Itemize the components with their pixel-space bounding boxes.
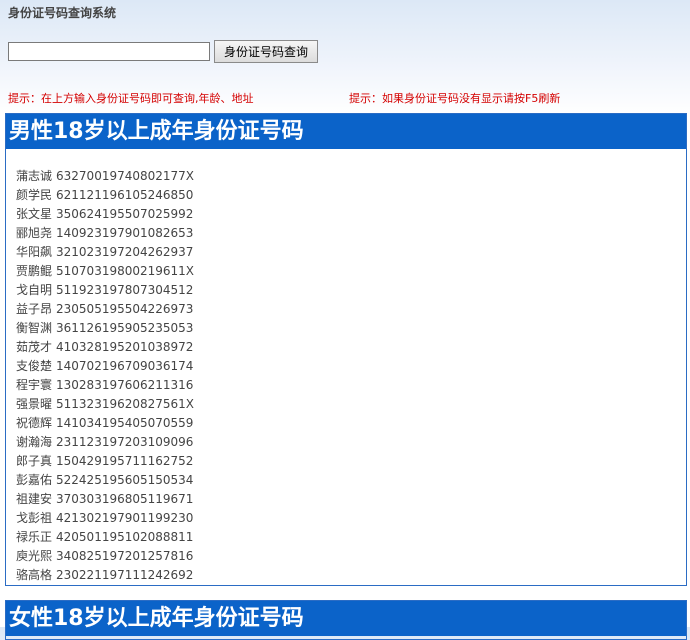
person-name: 谢瀚海 (16, 435, 53, 449)
person-name: 程宇寰 (16, 378, 53, 392)
site-title: 身份证号码查询系统 (8, 6, 117, 20)
id-list-item: 茹茂才 410328195201038972 (16, 338, 194, 357)
id-list-item: 骆高格 230221197111242692 (16, 566, 194, 585)
person-name: 支俊楚 (16, 359, 53, 373)
hint-usage: 提示：在上方输入身份证号码即可查询,年龄、地址 (8, 92, 254, 105)
id-number: 130283197606211316 (56, 378, 194, 392)
person-name: 贾鹏鲲 (16, 264, 53, 278)
person-name: 庾光熙 (16, 549, 53, 563)
male-section-title: 男性18岁以上成年身份证号码 (6, 114, 686, 149)
id-list-item: 戈彭祖 421302197901199230 (16, 509, 194, 528)
person-name: 蒲志诚 (16, 169, 53, 183)
id-list-item: 张文星 350624195507025992 (16, 205, 194, 224)
id-number: 231123197203109096 (56, 435, 194, 449)
id-list-item: 强景曜 51132319620827561X (16, 395, 194, 414)
id-number: 420501195102088811 (56, 530, 194, 544)
id-list-item: 贾鹏鲲 51070319800219611X (16, 262, 194, 281)
id-number: 321023197204262937 (56, 245, 194, 259)
id-number: 340825197201257816 (56, 549, 194, 563)
id-number: 51132319620827561X (56, 397, 195, 411)
id-number: 150429195711162752 (56, 454, 194, 468)
id-number: 230221197111242692 (56, 568, 194, 582)
id-list-item: 华阳飙 321023197204262937 (16, 243, 194, 262)
hint-refresh: 提示：如果身份证号码没有显示请按F5刷新 (349, 92, 561, 105)
id-list-item: 禄乐正 420501195102088811 (16, 528, 194, 547)
id-number: 361126195905235053 (56, 321, 194, 335)
female-id-section: 女性18岁以上成年身份证号码 (5, 600, 687, 640)
id-list-item: 益子昂 230505195504226973 (16, 300, 194, 319)
id-list-item: 支俊楚 140702196709036174 (16, 357, 194, 376)
id-number: 140923197901082653 (56, 226, 194, 240)
id-list-item: 彭嘉佑 522425195605150534 (16, 471, 194, 490)
id-list-item: 戈自明 511923197807304512 (16, 281, 194, 300)
person-name: 郎子真 (16, 454, 53, 468)
id-list-item: 祖建安 370303196805119671 (16, 490, 194, 509)
person-name: 强景曜 (16, 397, 53, 411)
person-name: 戈彭祖 (16, 511, 53, 525)
id-list-item: 庾光熙 340825197201257816 (16, 547, 194, 566)
person-name: 彭嘉佑 (16, 473, 53, 487)
person-name: 益子昂 (16, 302, 53, 316)
person-name: 华阳飙 (16, 245, 53, 259)
person-name: 衡智渊 (16, 321, 53, 335)
id-query-button[interactable]: 身份证号码查询 (214, 40, 318, 63)
person-name: 祖建安 (16, 492, 53, 506)
person-name: 禄乐正 (16, 530, 53, 544)
id-number: 621121196105246850 (56, 188, 194, 202)
id-number: 350624195507025992 (56, 207, 194, 221)
id-number: 140702196709036174 (56, 359, 194, 373)
male-id-list: 蒲志诚 63270019740802177X 颜学民 6211211961052468… (16, 167, 194, 585)
person-name: 张文星 (16, 207, 53, 221)
female-section-title: 女性18岁以上成年身份证号码 (6, 601, 686, 636)
id-number: 63270019740802177X (56, 169, 195, 183)
person-name: 骆高格 (16, 568, 53, 582)
person-name: 祝德辉 (16, 416, 53, 430)
id-number: 522425195605150534 (56, 473, 194, 487)
id-list-item: 蒲志诚 63270019740802177X (16, 167, 194, 186)
id-list-item: 衡智渊 361126195905235053 (16, 319, 194, 338)
id-list-item: 郦旭尧 140923197901082653 (16, 224, 194, 243)
id-list-item: 谢瀚海 231123197203109096 (16, 433, 194, 452)
id-number: 421302197901199230 (56, 511, 194, 525)
id-list-item: 颜学民 621121196105246850 (16, 186, 194, 205)
id-number: 410328195201038972 (56, 340, 194, 354)
person-name: 郦旭尧 (16, 226, 53, 240)
id-list-item: 祝德辉 141034195405070559 (16, 414, 194, 433)
id-list-item: 郎子真 150429195711162752 (16, 452, 194, 471)
id-number-input[interactable] (8, 42, 210, 61)
person-name: 戈自明 (16, 283, 53, 297)
id-number: 141034195405070559 (56, 416, 194, 430)
person-name: 颜学民 (16, 188, 53, 202)
id-list-item: 程宇寰 130283197606211316 (16, 376, 194, 395)
id-number: 370303196805119671 (56, 492, 194, 506)
person-name: 茹茂才 (16, 340, 53, 354)
id-number: 51070319800219611X (56, 264, 195, 278)
male-id-section: 男性18岁以上成年身份证号码 蒲志诚 63270019740802177X 颜学民 6… (5, 113, 687, 586)
id-number: 511923197807304512 (56, 283, 194, 297)
id-number: 230505195504226973 (56, 302, 194, 316)
